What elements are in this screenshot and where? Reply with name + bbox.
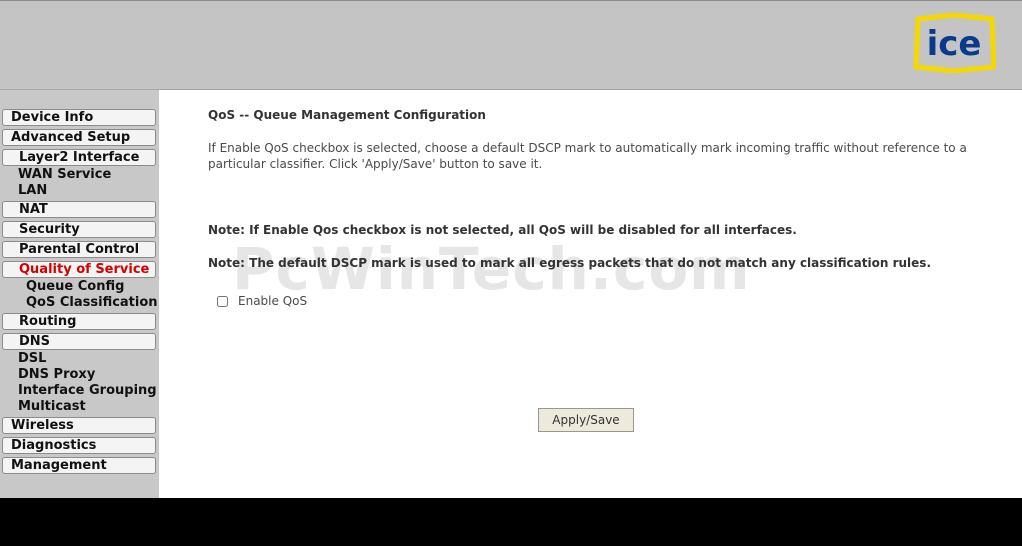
page-title: QoS -- Queue Management Configuration — [208, 108, 486, 122]
sidebar-item-interface-grouping[interactable]: Interface Grouping — [18, 383, 157, 399]
sidebar-item-dns[interactable]: DNS — [2, 333, 156, 350]
sidebar-item-wan-service[interactable]: WAN Service — [18, 167, 111, 183]
ice-logo: ice — [913, 13, 996, 73]
sidebar-item-queue-config[interactable]: Queue Config — [26, 279, 124, 295]
apply-save-button[interactable]: Apply/Save — [538, 408, 634, 432]
footer-bar — [0, 498, 1022, 546]
sidebar-item-diagnostics[interactable]: Diagnostics — [2, 437, 156, 454]
sidebar-item-qos-classification[interactable]: QoS Classification — [26, 295, 158, 311]
page-description: If Enable QoS checkbox is selected, choo… — [208, 141, 967, 171]
sidebar-item-device-info[interactable]: Device Info — [2, 109, 156, 126]
note-default-dscp: Note: The default DSCP mark is used to m… — [208, 256, 931, 270]
sidebar-item-routing[interactable]: Routing — [2, 313, 156, 330]
sidebar-item-security[interactable]: Security — [2, 221, 156, 238]
note-disable-qos: Note: If Enable Qos checkbox is not sele… — [208, 223, 797, 237]
header-banner: ice — [0, 0, 1022, 90]
sidebar-item-lan[interactable]: LAN — [18, 183, 47, 199]
sidebar-item-multicast[interactable]: Multicast — [18, 399, 86, 415]
sidebar-item-wireless[interactable]: Wireless — [2, 417, 156, 434]
sidebar-item-quality-of-service[interactable]: Quality of Service — [2, 261, 156, 278]
sidebar-item-dns-proxy[interactable]: DNS Proxy — [18, 367, 95, 383]
sidebar-item-management[interactable]: Management — [2, 457, 156, 474]
sidebar-item-parental-control[interactable]: Parental Control — [2, 241, 156, 258]
sidebar-item-advanced-setup[interactable]: Advanced Setup — [2, 129, 156, 146]
sidebar-item-layer2-interface[interactable]: Layer2 Interface — [2, 149, 156, 166]
sidebar-item-nat[interactable]: NAT — [2, 201, 156, 218]
enable-qos-checkbox[interactable] — [217, 296, 228, 307]
enable-qos-label[interactable]: Enable QoS — [238, 294, 307, 308]
sidebar-item-dsl[interactable]: DSL — [18, 351, 46, 367]
svg-text:ice: ice — [927, 24, 982, 64]
